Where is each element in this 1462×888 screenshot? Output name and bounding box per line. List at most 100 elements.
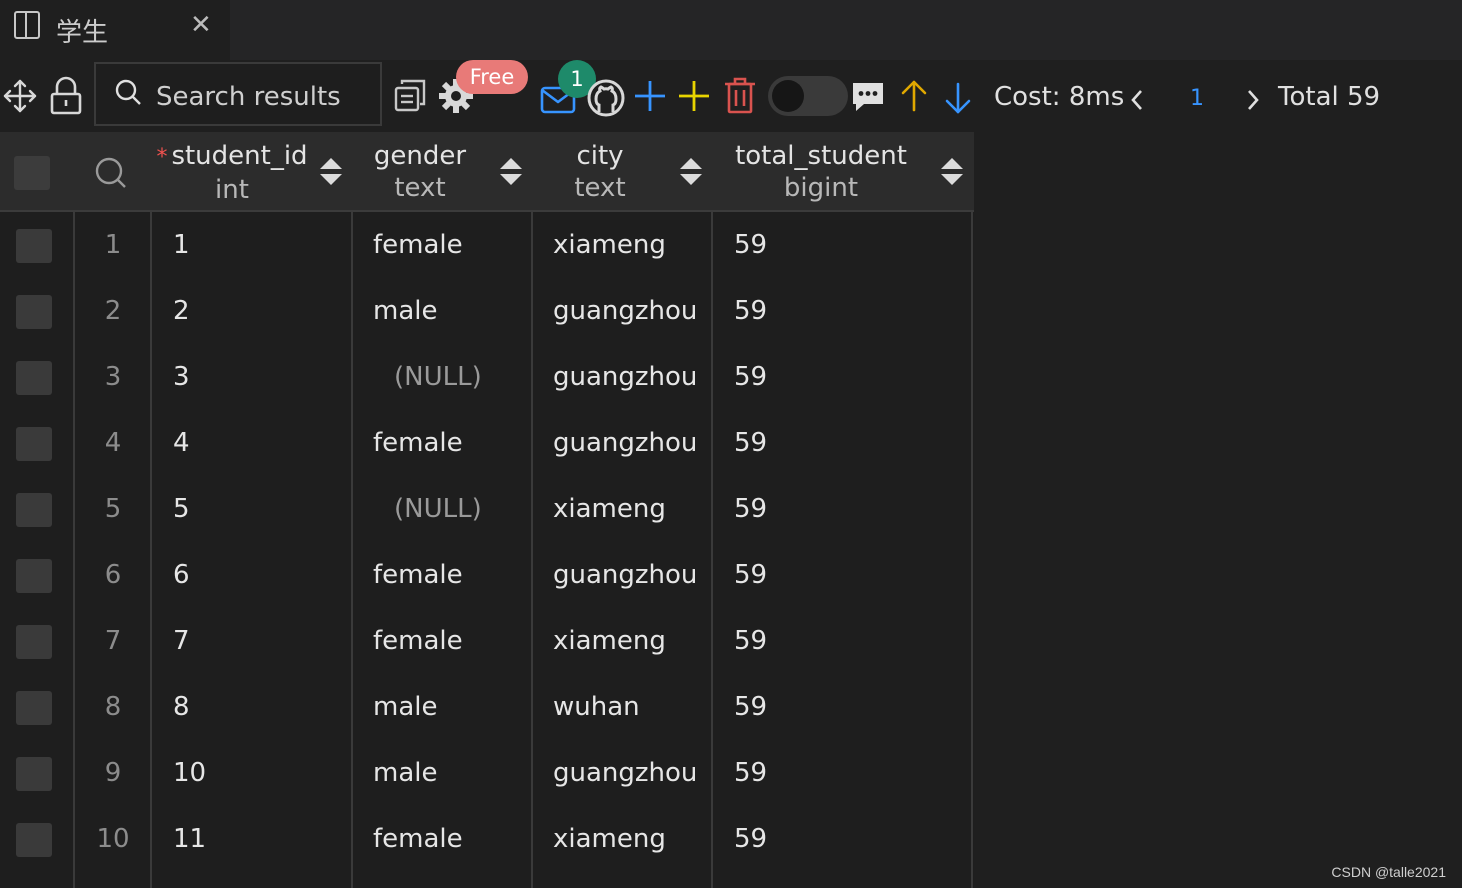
row-checkbox[interactable] bbox=[16, 625, 52, 659]
comment-icon[interactable] bbox=[850, 80, 886, 114]
cell-city[interactable]: xiameng bbox=[553, 608, 666, 674]
table-row[interactable]: 9 10 male guangzhou 59 bbox=[0, 740, 974, 806]
cell-city[interactable]: wuhan bbox=[553, 674, 640, 740]
move-icon[interactable] bbox=[2, 78, 38, 114]
cell-gender[interactable]: (NULL) bbox=[394, 476, 482, 542]
cell-city[interactable]: xiameng bbox=[553, 212, 666, 278]
cell-total-student[interactable]: 59 bbox=[734, 740, 767, 806]
column-header-total-student[interactable]: total_student bigint bbox=[712, 132, 930, 210]
cell-student-id[interactable]: 7 bbox=[173, 608, 190, 674]
column-divider bbox=[150, 212, 152, 888]
cell-student-id[interactable]: 8 bbox=[173, 674, 190, 740]
close-icon[interactable]: ✕ bbox=[190, 10, 212, 40]
cell-city[interactable]: guangzhou bbox=[553, 740, 697, 806]
cell-student-id[interactable]: 6 bbox=[173, 542, 190, 608]
grid-body: 1 1 female xiameng 59 2 2 male guangzhou 59 3 3 (NUL… bbox=[0, 212, 974, 888]
table-row[interactable]: 3 3 (NULL) guangzhou 59 bbox=[0, 344, 974, 410]
search-input[interactable]: Search results bbox=[94, 62, 382, 126]
cell-gender[interactable]: male bbox=[373, 278, 437, 344]
arrow-down-icon[interactable] bbox=[944, 80, 972, 116]
row-number: 4 bbox=[104, 428, 122, 458]
cell-total-student[interactable]: 59 bbox=[734, 212, 767, 278]
sort-icon[interactable] bbox=[941, 158, 963, 186]
row-checkbox[interactable] bbox=[16, 691, 52, 725]
cell-gender[interactable]: male bbox=[373, 674, 437, 740]
row-checkbox[interactable] bbox=[16, 229, 52, 263]
cell-total-student[interactable]: 59 bbox=[734, 542, 767, 608]
row-checkbox[interactable] bbox=[16, 295, 52, 329]
lock-icon[interactable] bbox=[48, 76, 84, 116]
add-column-icon[interactable] bbox=[676, 78, 712, 114]
column-header-student-id[interactable]: * student_id int bbox=[152, 132, 312, 210]
column-divider bbox=[971, 212, 973, 888]
cell-student-id[interactable]: 5 bbox=[173, 476, 190, 542]
row-checkbox[interactable] bbox=[16, 361, 52, 395]
cell-city[interactable]: guangzhou bbox=[553, 542, 697, 608]
select-all-checkbox[interactable] bbox=[14, 156, 50, 190]
cell-total-student[interactable]: 59 bbox=[734, 476, 767, 542]
cell-student-id[interactable]: 11 bbox=[173, 806, 206, 872]
column-divider bbox=[711, 212, 713, 888]
column-header-city[interactable]: city text bbox=[532, 132, 668, 210]
table-row[interactable]: 7 7 female xiameng 59 bbox=[0, 608, 974, 674]
split-view-icon[interactable] bbox=[14, 11, 40, 39]
cell-student-id[interactable]: 2 bbox=[173, 278, 190, 344]
cell-gender[interactable]: female bbox=[373, 410, 463, 476]
cell-student-id[interactable]: 10 bbox=[173, 740, 206, 806]
row-number: 5 bbox=[104, 494, 122, 524]
cell-gender[interactable]: (NULL) bbox=[394, 344, 482, 410]
row-checkbox[interactable] bbox=[16, 493, 52, 527]
cell-total-student[interactable]: 59 bbox=[734, 344, 767, 410]
tab-students[interactable]: 学生 ✕ bbox=[0, 0, 230, 60]
current-page[interactable]: 1 bbox=[1190, 86, 1204, 111]
row-checkbox[interactable] bbox=[16, 559, 52, 593]
column-type: int bbox=[215, 175, 249, 205]
cell-city[interactable]: guangzhou bbox=[553, 344, 697, 410]
arrow-up-icon[interactable] bbox=[900, 78, 928, 114]
sort-icon[interactable] bbox=[680, 158, 702, 186]
cell-total-student[interactable]: 59 bbox=[734, 608, 767, 674]
cell-city[interactable]: guangzhou bbox=[553, 410, 697, 476]
cell-gender[interactable]: female bbox=[373, 608, 463, 674]
cell-city[interactable]: guangzhou bbox=[553, 278, 697, 344]
free-badge[interactable]: Free bbox=[456, 60, 528, 94]
chevron-left-icon[interactable] bbox=[1128, 88, 1146, 112]
table-row[interactable]: 5 5 (NULL) xiameng 59 bbox=[0, 476, 974, 542]
row-checkbox[interactable] bbox=[16, 823, 52, 857]
column-type: text bbox=[574, 173, 626, 203]
filter-search-icon[interactable] bbox=[94, 156, 128, 190]
table-row[interactable]: 2 2 male guangzhou 59 bbox=[0, 278, 974, 344]
sort-icon[interactable] bbox=[320, 158, 342, 186]
cell-city[interactable]: xiameng bbox=[553, 806, 666, 872]
column-header-gender[interactable]: gender text bbox=[352, 132, 488, 210]
column-divider bbox=[73, 212, 75, 888]
table-row[interactable]: 1 1 female xiameng 59 bbox=[0, 212, 974, 278]
toggle-switch[interactable] bbox=[768, 76, 848, 116]
column-name: total_student bbox=[735, 141, 907, 171]
copy-icon[interactable] bbox=[392, 78, 428, 114]
table-row[interactable]: 10 11 female xiameng 59 bbox=[0, 806, 974, 872]
table-row[interactable]: 4 4 female guangzhou 59 bbox=[0, 410, 974, 476]
cell-student-id[interactable]: 1 bbox=[173, 212, 190, 278]
cell-gender[interactable]: female bbox=[373, 212, 463, 278]
cell-total-student[interactable]: 59 bbox=[734, 278, 767, 344]
row-checkbox[interactable] bbox=[16, 427, 52, 461]
add-row-icon[interactable] bbox=[632, 78, 668, 114]
sort-icon[interactable] bbox=[500, 158, 522, 186]
cell-total-student[interactable]: 59 bbox=[734, 410, 767, 476]
cell-student-id[interactable]: 4 bbox=[173, 410, 190, 476]
table-row[interactable]: 6 6 female guangzhou 59 bbox=[0, 542, 974, 608]
table-row[interactable]: 8 8 male wuhan 59 bbox=[0, 674, 974, 740]
cell-total-student[interactable]: 59 bbox=[734, 806, 767, 872]
cell-total-student[interactable]: 59 bbox=[734, 674, 767, 740]
github-icon[interactable] bbox=[586, 78, 626, 118]
delete-icon[interactable] bbox=[722, 76, 758, 116]
query-cost: Cost: 8ms bbox=[994, 82, 1125, 112]
row-checkbox[interactable] bbox=[16, 757, 52, 791]
chevron-right-icon[interactable] bbox=[1244, 88, 1262, 112]
cell-gender[interactable]: male bbox=[373, 740, 437, 806]
cell-gender[interactable]: female bbox=[373, 542, 463, 608]
cell-gender[interactable]: female bbox=[373, 806, 463, 872]
cell-city[interactable]: xiameng bbox=[553, 476, 666, 542]
cell-student-id[interactable]: 3 bbox=[173, 344, 190, 410]
